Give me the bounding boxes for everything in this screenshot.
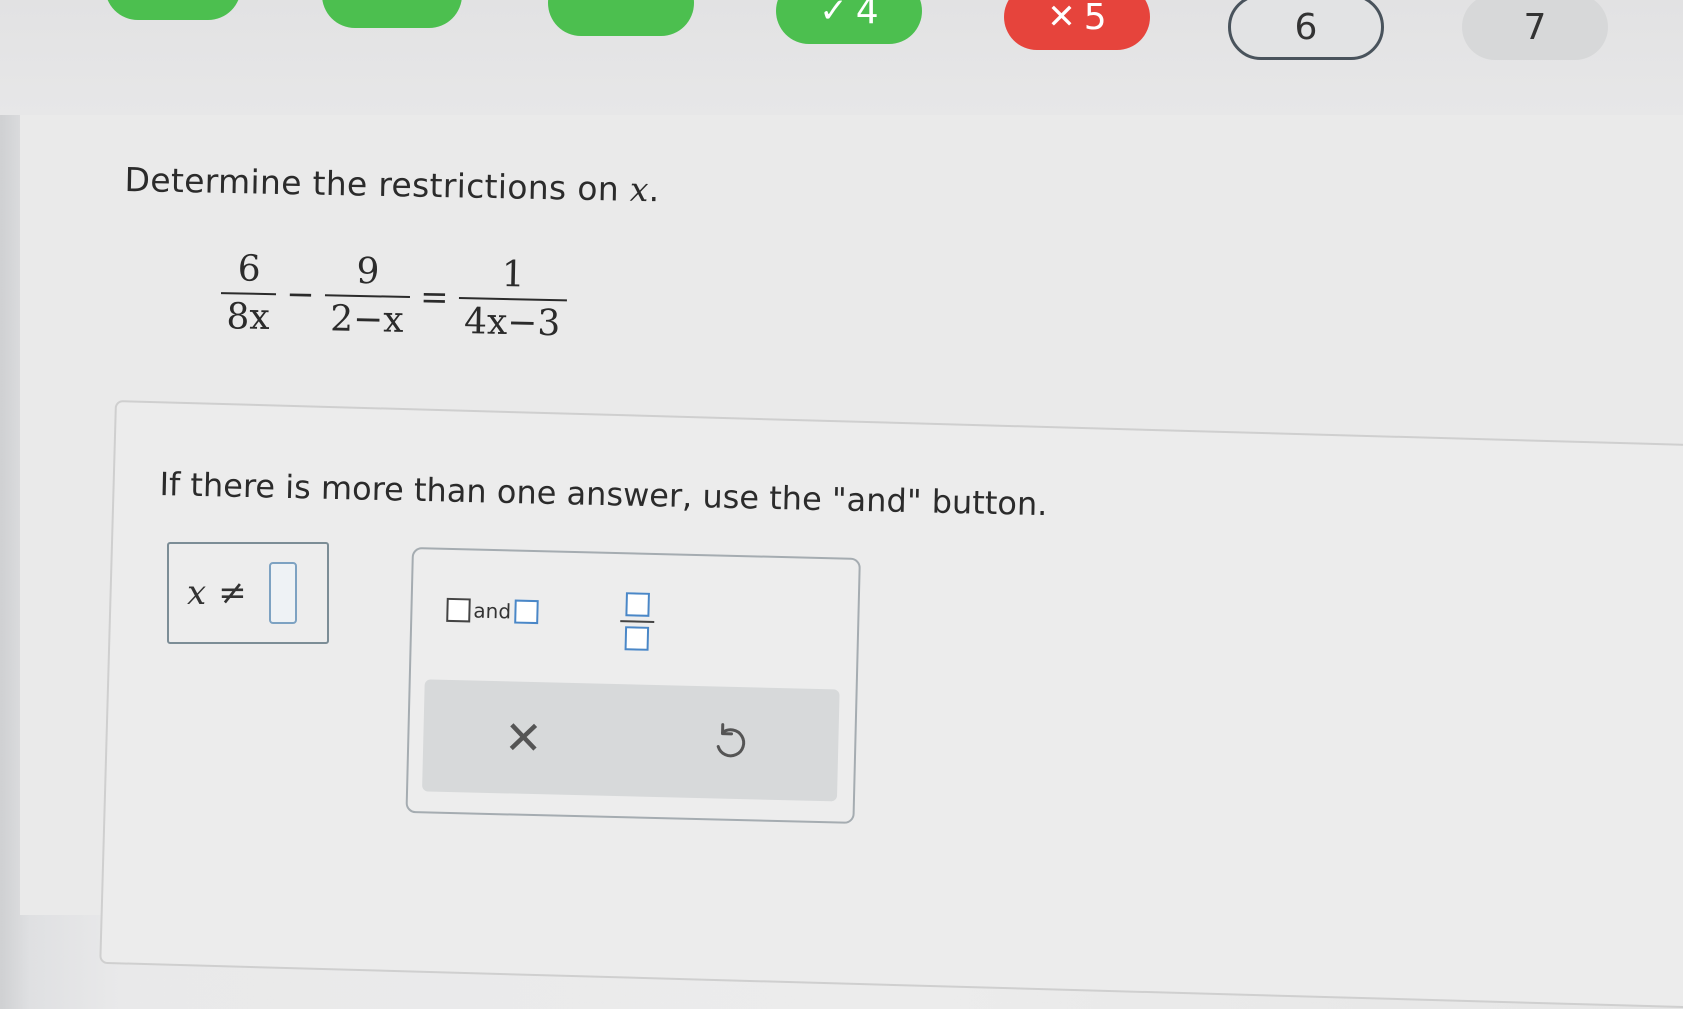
question-nav-1[interactable]: [105, 0, 241, 20]
placeholder-square-icon: [513, 599, 539, 625]
clear-button[interactable]: ✕: [422, 679, 625, 796]
question-nav-2[interactable]: [322, 0, 462, 28]
question-nav-6[interactable]: 6: [1228, 0, 1384, 60]
denominator: 8x: [226, 296, 271, 339]
question-nav-3[interactable]: [548, 0, 694, 36]
prompt-variable: x: [629, 169, 650, 210]
answer-input[interactable]: [268, 562, 297, 624]
clear-icon: ✕: [503, 710, 544, 766]
equation: 6 8x − 9 2−x = 1 4x−3: [216, 246, 572, 347]
undo-button[interactable]: [629, 684, 832, 801]
equals-operator: =: [419, 277, 449, 318]
placeholder-square-icon: [446, 597, 471, 623]
answer-box[interactable]: x ≠: [167, 542, 329, 644]
not-equal-symbol: ≠: [218, 573, 247, 613]
numerator-square-icon: [625, 592, 650, 617]
denominator: 4x−3: [463, 301, 561, 345]
question-nav-number: 7: [1523, 6, 1547, 48]
numerator: 1: [501, 253, 526, 296]
answer-variable: x: [187, 573, 207, 613]
question-nav-4[interactable]: ✓ 4: [776, 0, 922, 44]
minus-operator: −: [285, 274, 316, 316]
fraction-button[interactable]: [620, 592, 655, 651]
undo-icon: [716, 723, 746, 758]
cross-icon: ✕: [1047, 0, 1076, 37]
question-nav-number: 6: [1294, 6, 1318, 48]
keypad-action-bar: ✕: [422, 679, 840, 802]
question-nav-5[interactable]: ✕ 5: [1004, 0, 1150, 50]
checkmark-icon: ✓: [819, 0, 848, 31]
math-keypad: and ✕: [405, 547, 861, 824]
question-nav-7[interactable]: 7: [1462, 0, 1608, 60]
fraction-term-3: 1 4x−3: [458, 251, 568, 347]
fraction-term-1: 6 8x: [220, 246, 277, 341]
and-button-label: and: [473, 598, 512, 624]
and-button[interactable]: and: [446, 597, 539, 625]
question-nav-number: 5: [1083, 0, 1107, 38]
question-navigation-bar: ✓ 4 ✕ 5 6 7: [0, 0, 1683, 115]
fraction-bar-icon: [620, 620, 655, 623]
numerator: 9: [356, 250, 380, 293]
question-nav-number: 4: [855, 0, 879, 32]
fraction-term-2: 9 2−x: [324, 248, 411, 344]
prompt-period: .: [648, 170, 660, 210]
denominator-square-icon: [624, 626, 650, 651]
denominator: 2−x: [329, 298, 405, 341]
numerator: 6: [237, 248, 262, 290]
